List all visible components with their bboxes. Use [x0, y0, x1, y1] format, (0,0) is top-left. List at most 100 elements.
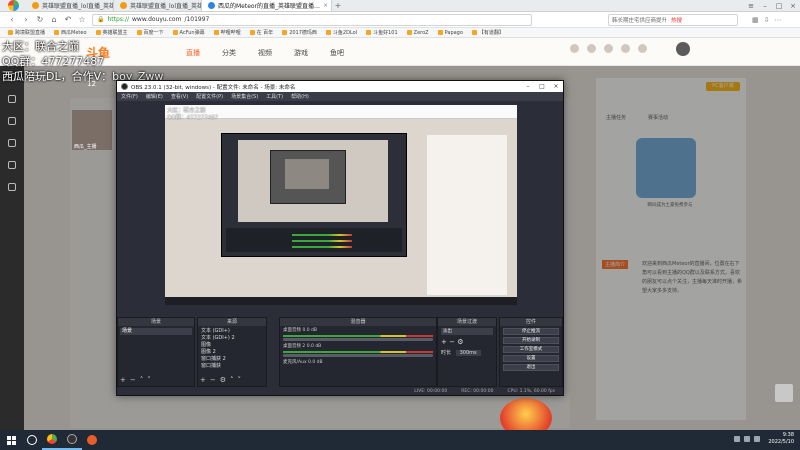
source-item[interactable]: 窗口捕获: [201, 363, 263, 370]
obs-maximize-button[interactable]: □: [535, 81, 549, 92]
bookmark-item[interactable]: 斗鱼好101: [366, 29, 398, 36]
volume-slider[interactable]: [283, 338, 433, 341]
bookmark-item[interactable]: 哔哩哔哩: [213, 29, 241, 36]
bookmark-item[interactable]: 西瓜Meteo: [54, 29, 87, 36]
bookmark-item[interactable]: AcFun弹幕: [172, 29, 205, 36]
home-button[interactable]: ⌂: [50, 15, 58, 24]
scene-item[interactable]: 场景: [120, 328, 192, 335]
message-icon[interactable]: [604, 44, 613, 53]
clock[interactable]: 9:38 2022/5/10: [768, 432, 794, 446]
browser-search-input[interactable]: 韩长期庄宅供应商提升 热搜: [608, 13, 738, 26]
browser-tab[interactable]: 英雄联盟直播_lol直播_英雄联盟…×: [26, 0, 114, 11]
nav-item[interactable]: 游戏: [294, 48, 308, 58]
move-up-icon[interactable]: ˄: [230, 376, 234, 384]
rail-item[interactable]: [0, 88, 24, 110]
add-icon[interactable]: +: [441, 338, 447, 346]
favorite-button[interactable]: ☆: [78, 15, 86, 24]
bookmark-item[interactable]: 跨境联盟直播: [8, 29, 45, 36]
volume-slider[interactable]: [283, 354, 433, 357]
bookmark-item[interactable]: Papago: [437, 30, 463, 36]
rail-item[interactable]: [0, 176, 24, 198]
obs-close-button[interactable]: ×: [549, 81, 563, 92]
reload-button[interactable]: ↻: [36, 15, 44, 24]
back-button[interactable]: ‹: [8, 15, 16, 24]
obs-menu-item[interactable]: 文件(F): [121, 93, 138, 100]
start-button[interactable]: [0, 430, 22, 450]
rail-item[interactable]: [0, 110, 24, 132]
source-item[interactable]: 文本 (GDI+) 2: [201, 335, 263, 342]
obs-preview[interactable]: 大区：联合之巅 QQ群：477277487: [165, 105, 517, 305]
volume-icon[interactable]: [744, 436, 750, 442]
rail-item[interactable]: [0, 154, 24, 176]
gear-icon[interactable]: ⚙: [457, 338, 463, 346]
studio-mode-button[interactable]: 工作室模式: [503, 346, 559, 353]
settings-icon[interactable]: ⋯: [775, 16, 782, 24]
obs-menu-item[interactable]: 查看(V): [171, 93, 188, 100]
bookmark-item[interactable]: 【有道翻】: [471, 29, 504, 36]
minimize-button[interactable]: –: [758, 2, 772, 10]
obs-menu-item[interactable]: 场景集合(S): [231, 93, 258, 100]
exit-button[interactable]: 退出: [503, 364, 559, 371]
source-item[interactable]: 文本 (GDI+): [201, 328, 263, 335]
nav-item[interactable]: 直播: [186, 48, 200, 58]
history-icon[interactable]: [570, 44, 579, 53]
add-icon[interactable]: +: [120, 376, 126, 384]
browser-tab[interactable]: 英雄联盟直播_lol直播_英雄联盟…×: [114, 0, 202, 11]
upload-icon[interactable]: [621, 44, 630, 53]
url-input[interactable]: 🔒 https://www.douyu.com/101997: [92, 13, 532, 26]
obs-title-bar[interactable]: OBS 23.0.1 (32-bit, windows) - 配置文件: 未命名…: [117, 81, 563, 92]
nav-item[interactable]: 分类: [222, 48, 236, 58]
tab-close-icon[interactable]: ×: [323, 2, 328, 9]
obs-menu-item[interactable]: 帮助(H): [291, 93, 309, 100]
bookmark-item[interactable]: 在 百年: [249, 29, 273, 36]
network-icon[interactable]: [734, 436, 740, 442]
transition-select[interactable]: 淡出: [441, 328, 493, 335]
obs-menu-item[interactable]: 工具(T): [266, 93, 283, 100]
stop-streaming-button[interactable]: 停止推流: [503, 328, 559, 335]
download-icon[interactable]: ⇩: [764, 16, 770, 24]
taskbar-app[interactable]: [82, 430, 102, 450]
taskbar-app[interactable]: [62, 430, 82, 450]
bookmark-item[interactable]: ZeroZ: [406, 30, 429, 36]
nav-item[interactable]: 视频: [258, 48, 272, 58]
source-item[interactable]: 图像 2: [201, 349, 263, 356]
broadcast-icon[interactable]: [638, 44, 647, 53]
ime-icon[interactable]: [754, 436, 760, 442]
duration-input[interactable]: 300ms: [455, 350, 481, 356]
follow-icon[interactable]: [587, 44, 596, 53]
new-tab-button[interactable]: +: [332, 1, 344, 10]
rail-item[interactable]: [0, 132, 24, 154]
obs-minimize-button[interactable]: –: [521, 81, 535, 92]
undo-button[interactable]: ↶: [64, 15, 72, 24]
bookmark-item[interactable]: 百度一下: [136, 29, 164, 36]
bookmark-item[interactable]: 斗鱼2DLol: [325, 29, 357, 36]
remove-icon[interactable]: −: [130, 376, 136, 384]
taskbar-app[interactable]: [22, 430, 42, 450]
obs-menu-item[interactable]: 编辑(E): [146, 93, 163, 100]
maximize-button[interactable]: □: [772, 2, 786, 10]
scroll-top-button[interactable]: [775, 384, 793, 402]
obs-menu-item[interactable]: 配置文件(P): [196, 93, 223, 100]
start-recording-button[interactable]: 开始录制: [503, 337, 559, 344]
avatar[interactable]: [676, 42, 690, 56]
remove-icon[interactable]: −: [449, 338, 455, 346]
move-up-icon[interactable]: ˄: [140, 376, 144, 384]
remove-icon[interactable]: −: [210, 376, 216, 384]
gear-icon[interactable]: ⚙: [220, 376, 226, 384]
nav-item[interactable]: 鱼吧: [330, 48, 344, 58]
menu-icon[interactable]: ≡: [744, 2, 758, 10]
source-item[interactable]: 窗口捕获 2: [201, 356, 263, 363]
close-button[interactable]: ×: [786, 2, 800, 10]
forward-button[interactable]: ›: [22, 15, 30, 24]
bookmark-item[interactable]: 英雄联盟主: [95, 29, 128, 36]
extensions-icon[interactable]: ▦: [752, 16, 759, 24]
browser-tab-active[interactable]: 西瓜的Meteor的直播_英雄联盟直播… ×: [202, 0, 332, 11]
move-down-icon[interactable]: ˅: [147, 376, 151, 384]
add-icon[interactable]: +: [200, 376, 206, 384]
browser-app-badge[interactable]: [0, 0, 26, 12]
bookmark-item[interactable]: 2017德玛西: [282, 29, 317, 36]
move-down-icon[interactable]: ˅: [238, 376, 242, 384]
settings-button[interactable]: 设置: [503, 355, 559, 362]
taskbar-app[interactable]: [42, 430, 62, 450]
source-item[interactable]: 图像: [201, 342, 263, 349]
